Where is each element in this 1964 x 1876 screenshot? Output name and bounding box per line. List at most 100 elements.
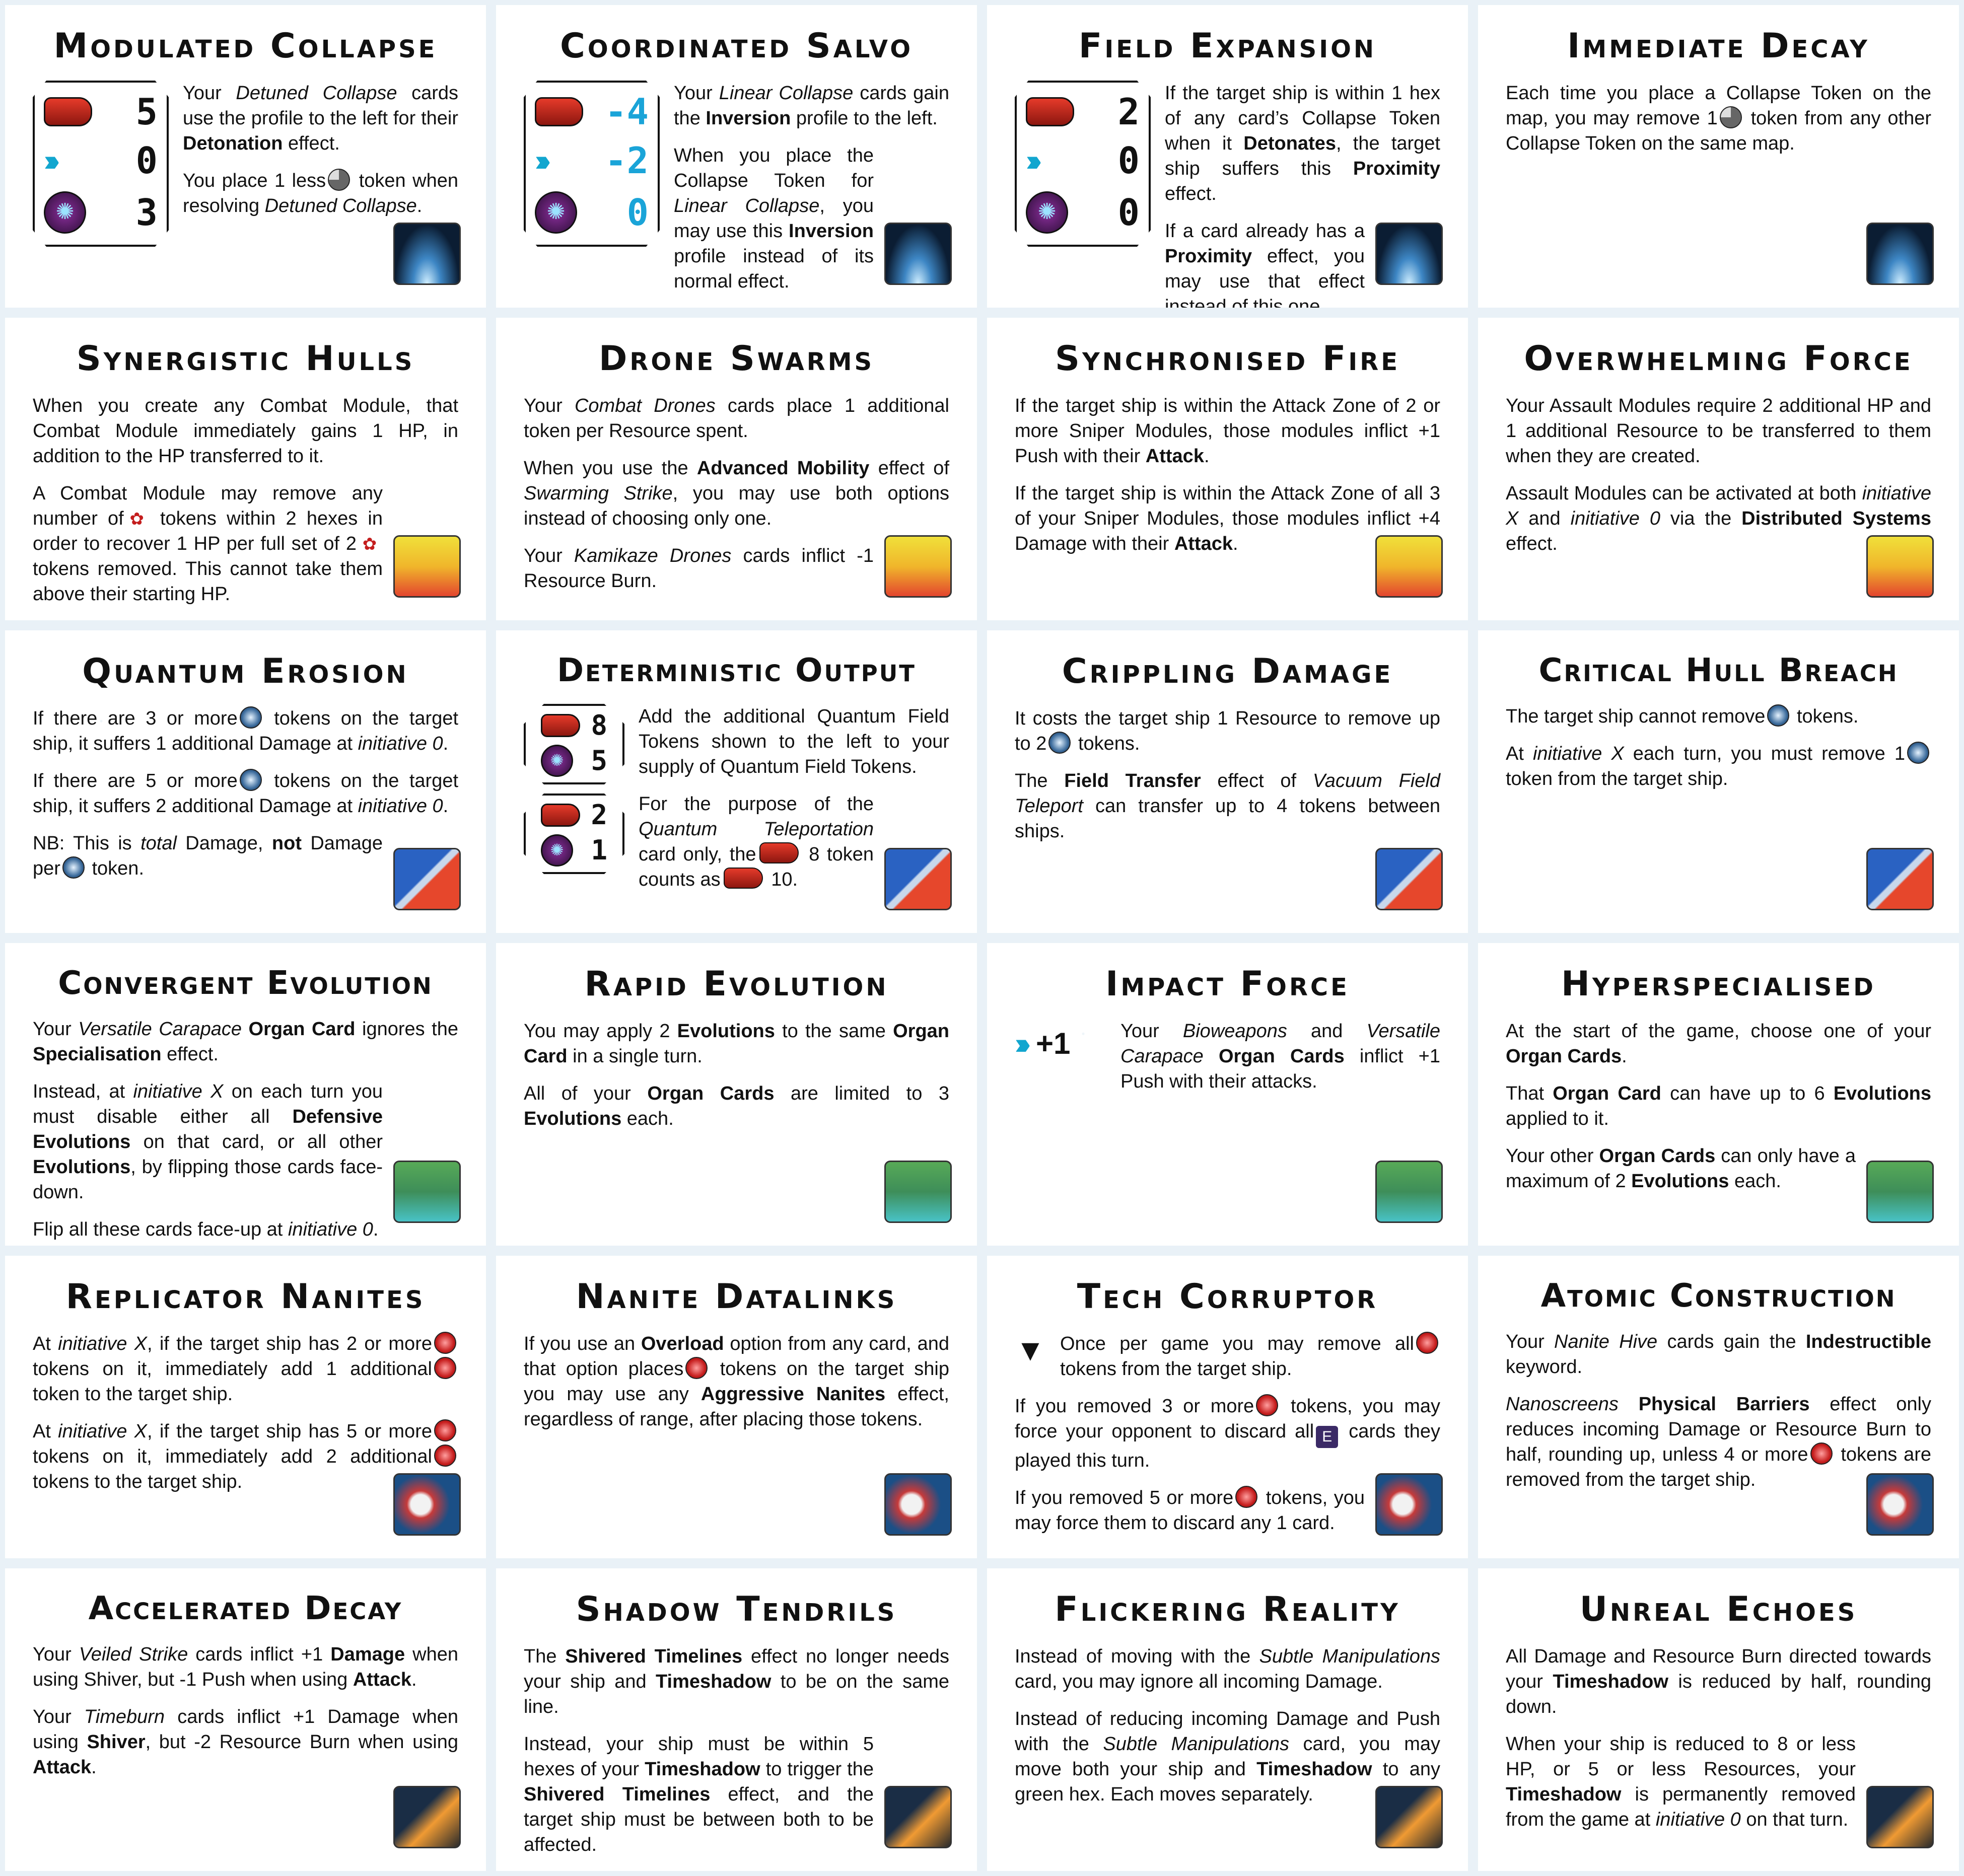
- nanite-token-icon: [434, 1332, 456, 1354]
- card-sheet: Modulated Collapse 5 ››› 0 ✺ 3 Your Detune…: [0, 0, 1964, 1876]
- nanite-token-icon: [434, 1357, 456, 1379]
- quantum-token-icon: [239, 706, 262, 729]
- card-critical-hull-breach: Critical Hull Breach The target ship can…: [1473, 625, 1964, 938]
- card-text: Your Bioweapons and Versatile Carapace O…: [1120, 1021, 1441, 1092]
- card-title: Accelerated Decay: [88, 1590, 403, 1627]
- quantum-emblem-icon: [393, 848, 461, 910]
- quantum-token-icon: [239, 769, 262, 791]
- card-text: At initiative X, if the target ship has …: [33, 1331, 458, 1407]
- card-overwhelming-force: Overwhelming Force Your Assault Modules …: [1473, 313, 1964, 625]
- resource-burn-icon: ✺: [541, 834, 573, 867]
- collapse-token-icon: [1719, 106, 1742, 128]
- nanite-emblem-icon: [393, 1473, 461, 1536]
- card-text: If the target ship is within 1 hex of an…: [1165, 83, 1440, 204]
- quantum-token-icon: [1907, 742, 1929, 764]
- card-title: Crippling Damage: [1062, 652, 1393, 691]
- card-text: The Shivered Timelines effect no longer …: [524, 1646, 949, 1717]
- card-flickering-reality: Flickering Reality Instead of moving wit…: [982, 1563, 1473, 1876]
- card-title: Overwhelming Force: [1524, 339, 1913, 379]
- card-convergent-evolution: Convergent Evolution Your Versatile Cara…: [0, 938, 491, 1251]
- card-immediate-decay: Immediate Decay Each time you place a Co…: [1473, 0, 1964, 313]
- card-text: You place 1 less token when resolving De…: [183, 168, 458, 219]
- card-text: When you use the Advanced Mobility effec…: [524, 458, 949, 529]
- profile-damage-value: 5: [135, 91, 158, 133]
- quantum-token-icon: [62, 856, 85, 879]
- card-title: Hyperspecialised: [1561, 964, 1876, 1004]
- card-text: If there are 3 or more tokens on the tar…: [33, 706, 458, 756]
- card-text: If there are 5 or more tokens on the tar…: [33, 768, 458, 819]
- card-title: Rapid Evolution: [584, 964, 889, 1004]
- card-text: All of your Organ Cards are limited to 3…: [524, 1083, 949, 1129]
- card-deterministic-output: Deterministic Output 8 ✺ 5 2 ✺ 1 Add the a…: [491, 625, 982, 938]
- damage-icon: [535, 97, 583, 127]
- corruptor-icon: ▼: [1015, 1333, 1045, 1367]
- card-text: Add the additional Quantum Field Tokens …: [639, 706, 949, 777]
- card-text: All Damage and Resource Burn directed to…: [1506, 1646, 1931, 1717]
- drone-token-icon: ✿: [129, 510, 145, 529]
- nanite-emblem-icon: [884, 1473, 952, 1536]
- card-text: Your Versatile Carapace Organ Card ignor…: [33, 1019, 459, 1065]
- card-modulated-collapse: Modulated Collapse 5 ››› 0 ✺ 3 Your Detune…: [0, 0, 491, 313]
- push-icon: ›››: [1015, 1027, 1031, 1060]
- push-icon: ›››: [535, 143, 551, 177]
- card-title: Drone Swarms: [598, 339, 875, 379]
- card-quantum-erosion: Quantum Erosion If there are 3 or more t…: [0, 625, 491, 938]
- card-title: Coordinated Salvo: [559, 26, 914, 66]
- card-nanite-datalinks: Nanite Datalinks If you use an Overload …: [491, 1251, 982, 1563]
- nanite-token-icon: [1416, 1332, 1438, 1354]
- card-replicator-nanites: Replicator Nanites At initiative X, if t…: [0, 1251, 491, 1563]
- profile-burn-value: 3: [135, 191, 158, 234]
- card-title: Nanite Datalinks: [576, 1277, 897, 1317]
- card-hyperspecialised: Hyperspecialised At the start of the gam…: [1473, 938, 1964, 1251]
- card-field-expansion: Field Expansion 2 ››› 0 ✺ 0 If the target …: [982, 0, 1473, 313]
- card-title: Immediate Decay: [1567, 26, 1870, 66]
- card-tech-corruptor: Tech Corruptor ▼ Once per game you may r…: [982, 1251, 1473, 1563]
- nanite-emblem-icon: [1866, 1473, 1934, 1536]
- quantum-token-icon: [1048, 732, 1071, 754]
- resource-burn-icon: ✺: [535, 191, 577, 234]
- card-text: Your Combat Drones cards place 1 additio…: [524, 395, 949, 442]
- nanite-token-icon: [685, 1357, 708, 1379]
- combat-emblem-icon: [1375, 535, 1443, 598]
- card-text: Each time you place a Collapse Token on …: [1506, 83, 1931, 154]
- collapse-emblem-icon: [884, 223, 952, 285]
- card-title: Flickering Reality: [1055, 1590, 1400, 1629]
- shadow-emblem-icon: [884, 1786, 952, 1848]
- energy-card-icon: E: [1316, 1426, 1339, 1448]
- quantum-token-icon: [1767, 704, 1790, 727]
- evolution-emblem-icon: [884, 1161, 952, 1223]
- shadow-emblem-icon: [393, 1786, 461, 1848]
- card-text: Your Detuned Collapse cards use the prof…: [183, 83, 459, 154]
- push-icon: ›››: [44, 143, 60, 177]
- card-atomic-construction: Atomic Construction Your Nanite Hive car…: [1473, 1251, 1964, 1563]
- shadow-emblem-icon: [1375, 1786, 1443, 1848]
- proximity-profile: 2 ››› 0 ✺ 0: [1015, 81, 1151, 247]
- card-synergistic-hulls: Synergistic Hulls When you create any Co…: [0, 313, 491, 625]
- card-text: Your Linear Collapse cards gain the Inve…: [674, 83, 949, 129]
- card-title: Critical Hull Breach: [1538, 652, 1899, 689]
- card-title: Synchronised Fire: [1055, 339, 1400, 379]
- card-text: It costs the target ship 1 Resource to r…: [1015, 708, 1440, 754]
- resource-burn-icon: ✺: [541, 744, 573, 777]
- card-rapid-evolution: Rapid Evolution You may apply 2 Evolutio…: [491, 938, 982, 1251]
- damage-icon: [1026, 97, 1074, 127]
- evolution-emblem-icon: [393, 1161, 461, 1223]
- profile-damage-value: 2: [1117, 91, 1140, 133]
- evolution-emblem-icon: [1866, 1161, 1934, 1223]
- card-unreal-echoes: Unreal Echoes All Damage and Resource Bu…: [1473, 1563, 1964, 1876]
- collapse-emblem-icon: [1866, 223, 1934, 285]
- card-text: Your Timeburn cards inflict +1 Damage wh…: [33, 1706, 458, 1778]
- card-title: Replicator Nanites: [65, 1277, 426, 1317]
- nanite-emblem-icon: [1375, 1473, 1443, 1536]
- card-text: That Organ Card can have up to 6 Evoluti…: [1506, 1083, 1931, 1129]
- quantum-emblem-icon: [884, 848, 952, 910]
- quantum-field-token-card: 2 ✺ 1: [524, 793, 624, 874]
- card-text: When you create any Combat Module, that …: [33, 395, 458, 467]
- quantum-field-token-card: 8 ✺ 5: [524, 704, 624, 784]
- profile-push-value: 0: [1117, 139, 1140, 182]
- card-title: Field Expansion: [1078, 26, 1377, 66]
- card-title: Atomic Construction: [1540, 1277, 1897, 1315]
- card-text: If you removed 3 or more tokens, you may…: [1015, 1394, 1440, 1473]
- card-text: You may apply 2 Evolutions to the same O…: [524, 1021, 949, 1067]
- card-title: Deterministic Output: [557, 652, 916, 689]
